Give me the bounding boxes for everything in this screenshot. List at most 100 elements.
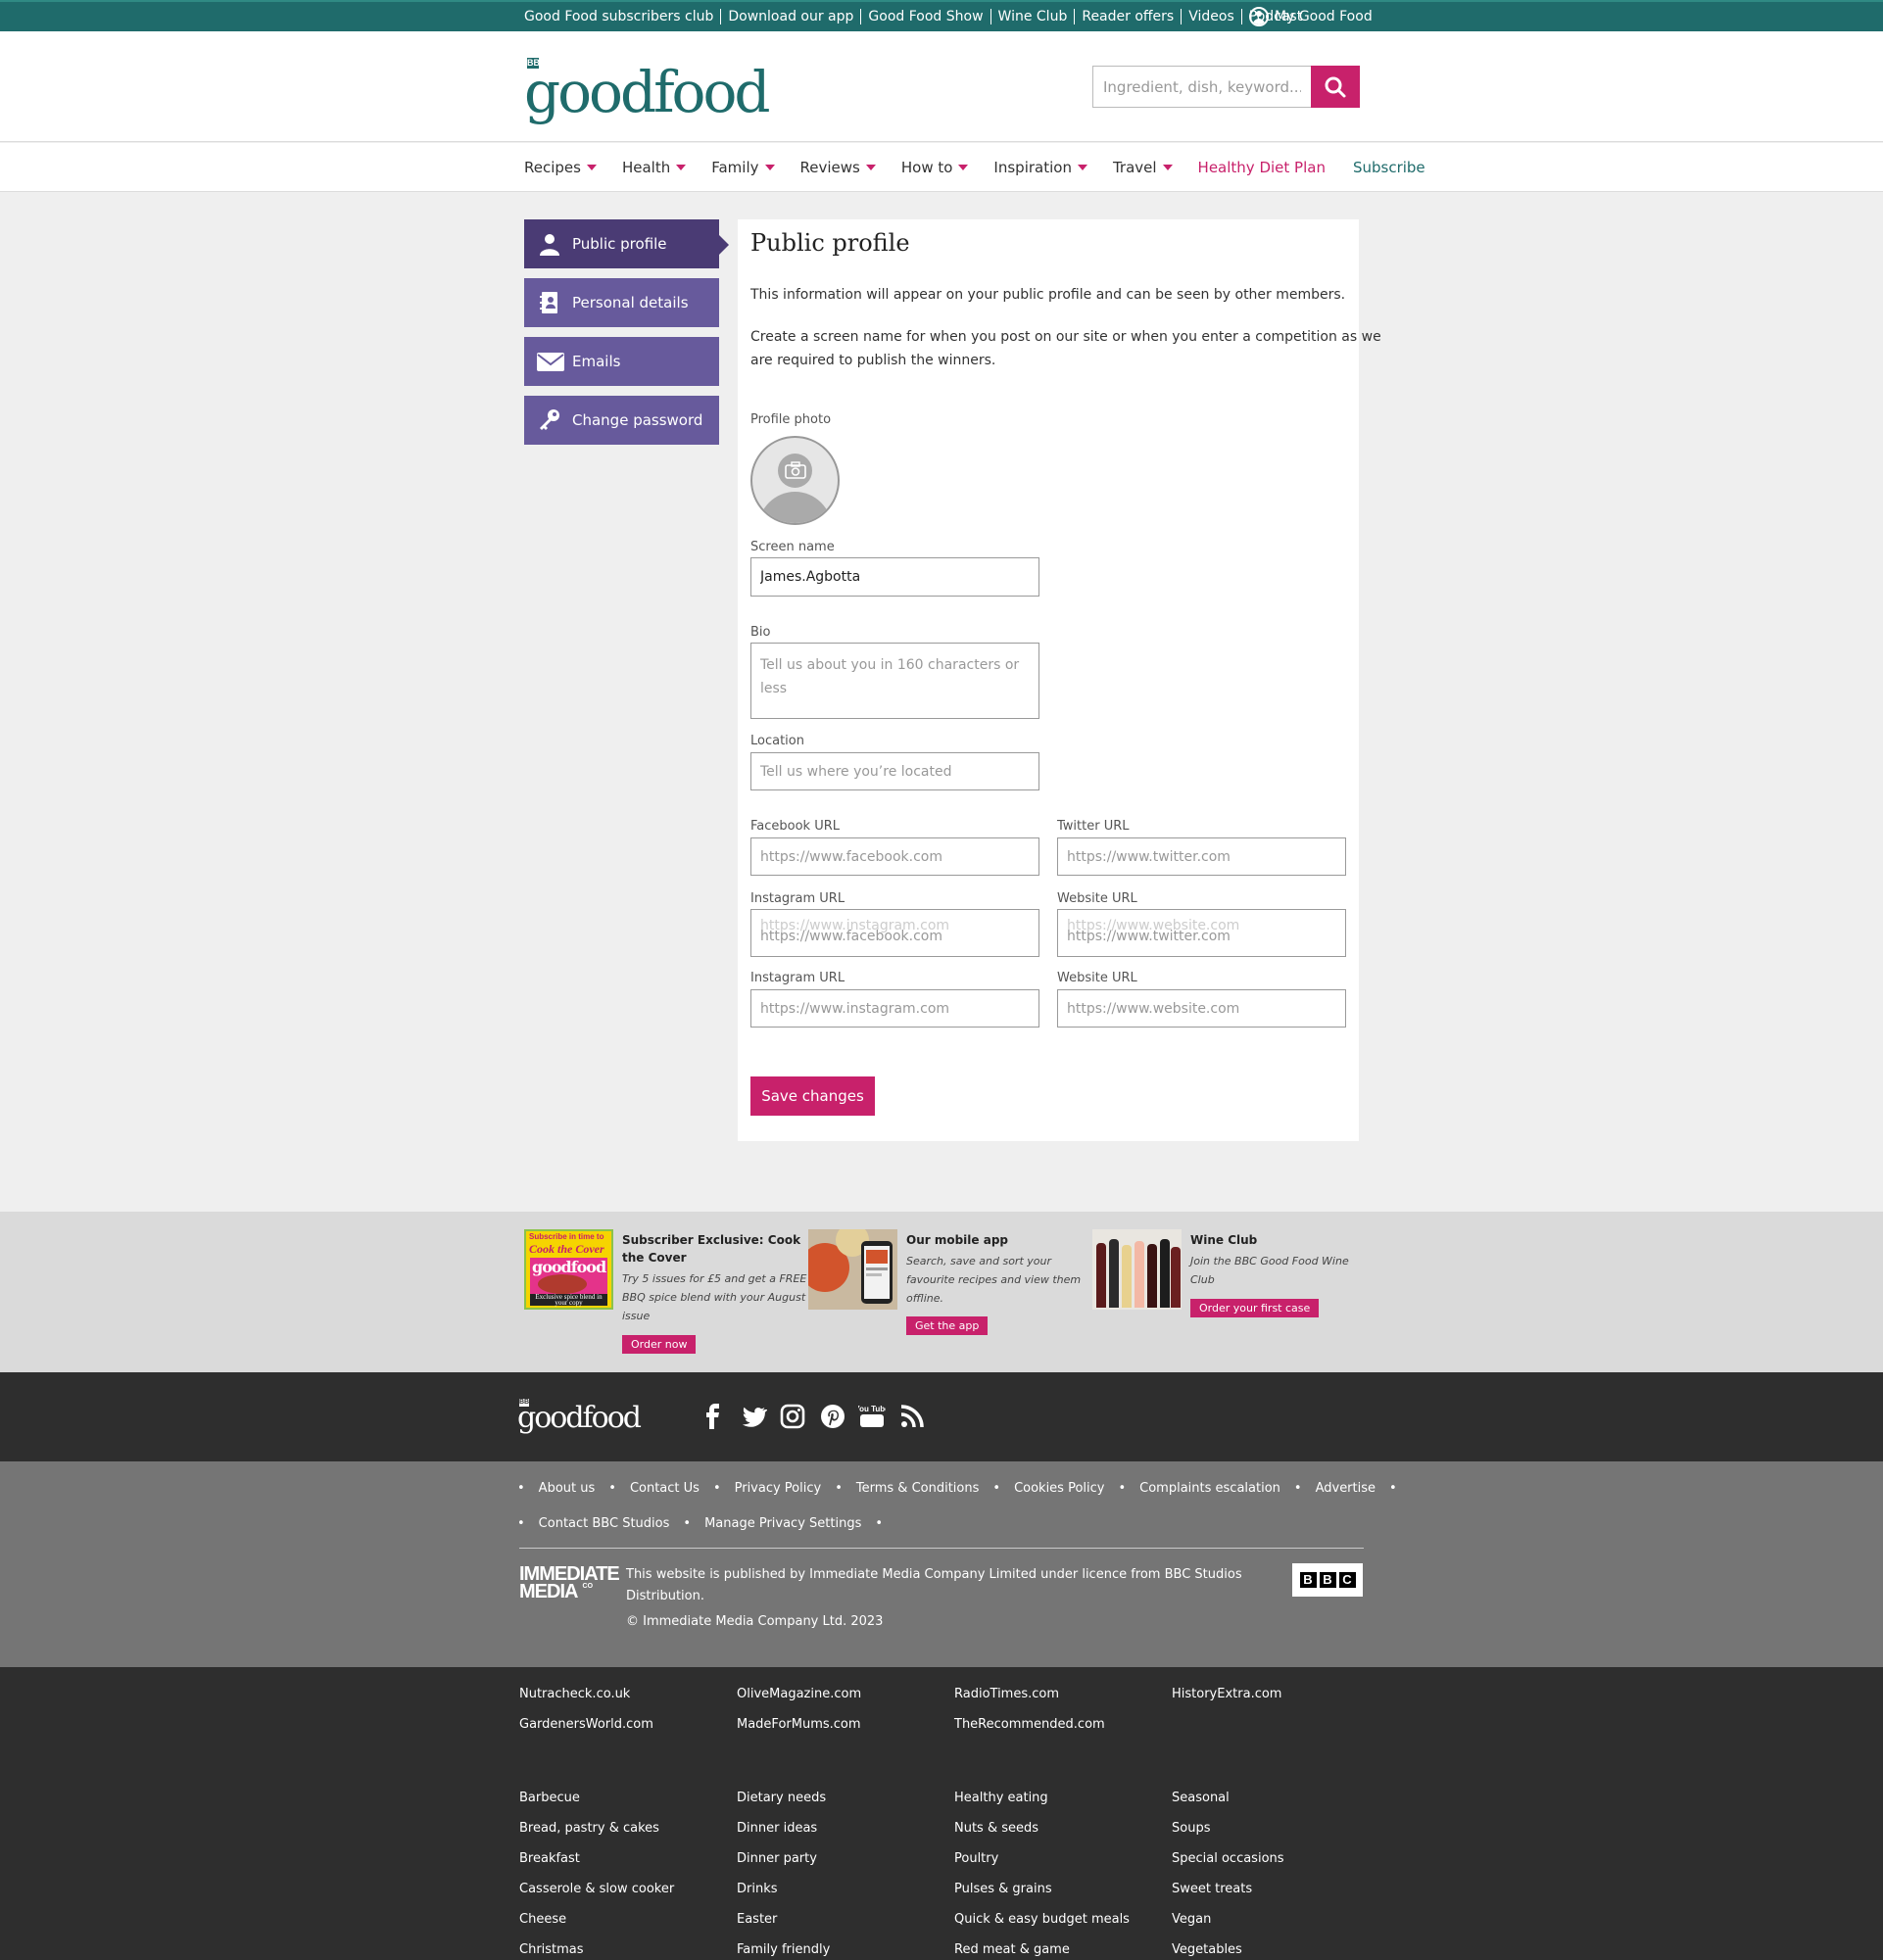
facebook-url-input[interactable] bbox=[750, 837, 1039, 876]
instagram-url-input-overlapped[interactable]: https://www.instagram.com https://www.fa… bbox=[750, 909, 1039, 957]
publisher-text: Distribution. bbox=[626, 1589, 704, 1603]
footer-link[interactable]: Contact Us bbox=[630, 1481, 700, 1496]
footer-link[interactable]: Contact BBC Studios bbox=[539, 1516, 670, 1531]
footer-link[interactable]: Privacy Policy bbox=[735, 1481, 822, 1496]
category-link[interactable]: Dinner party bbox=[737, 1843, 830, 1874]
category-link[interactable]: Red meat & game bbox=[954, 1935, 1130, 1960]
category-link[interactable]: Casserole & slow cooker bbox=[519, 1874, 674, 1904]
mobile-app-thumbnail[interactable] bbox=[808, 1229, 897, 1310]
location-input[interactable] bbox=[750, 752, 1039, 790]
category-link[interactable]: Sweet treats bbox=[1172, 1874, 1284, 1904]
rss-icon[interactable] bbox=[898, 1403, 926, 1430]
caret-down-icon bbox=[1077, 165, 1087, 170]
utility-link[interactable]: Good Food subscribers club bbox=[524, 9, 720, 24]
website-url-input-overlapped[interactable]: https://www.website.com https://www.twit… bbox=[1057, 909, 1346, 957]
magazine-cover-thumbnail[interactable]: Subscribe in time to Cook the Cover good… bbox=[524, 1229, 613, 1310]
utility-link[interactable]: Wine Club bbox=[990, 9, 1075, 24]
partner-site-link[interactable]: Nutracheck.co.uk bbox=[519, 1687, 630, 1701]
partner-site-link[interactable]: RadioTimes.com bbox=[954, 1687, 1059, 1701]
bbc-logo[interactable]: B B C bbox=[1292, 1563, 1363, 1597]
instagram-icon[interactable] bbox=[779, 1403, 806, 1430]
utility-link[interactable]: Reader offers bbox=[1074, 9, 1181, 24]
category-link[interactable]: Soups bbox=[1172, 1813, 1284, 1843]
category-link[interactable]: Dietary needs bbox=[737, 1783, 830, 1813]
bullet: • bbox=[1389, 1481, 1397, 1496]
nav-travel[interactable]: Travel bbox=[1113, 159, 1173, 176]
category-link[interactable]: Barbecue bbox=[519, 1783, 674, 1813]
bio-textarea[interactable] bbox=[750, 643, 1039, 719]
category-link[interactable]: Seasonal bbox=[1172, 1783, 1284, 1813]
category-column: Dietary needs Dinner ideas Dinner party … bbox=[737, 1783, 830, 1960]
utility-link[interactable]: Download our app bbox=[720, 9, 860, 24]
facebook-icon[interactable] bbox=[700, 1403, 727, 1430]
partner-site-link[interactable]: MadeForMums.com bbox=[737, 1717, 861, 1732]
nav-healthy-diet-plan[interactable]: Healthy Diet Plan bbox=[1198, 159, 1326, 176]
twitter-url-input[interactable] bbox=[1057, 837, 1346, 876]
order-now-button[interactable]: Order now bbox=[622, 1335, 697, 1354]
get-the-app-button[interactable]: Get the app bbox=[906, 1316, 989, 1335]
footer-link[interactable]: Advertise bbox=[1316, 1481, 1376, 1496]
youtube-icon[interactable]: You Tube bbox=[858, 1403, 886, 1430]
nav-subscribe[interactable]: Subscribe bbox=[1353, 159, 1425, 176]
website-url-input[interactable] bbox=[1057, 989, 1346, 1028]
nav-inspiration[interactable]: Inspiration bbox=[993, 159, 1087, 176]
location-label: Location bbox=[750, 734, 804, 748]
category-link[interactable]: Cheese bbox=[519, 1904, 674, 1935]
category-link[interactable]: Family friendly bbox=[737, 1935, 830, 1960]
footer-link[interactable]: About us bbox=[539, 1481, 596, 1496]
sidebar-item-change-password[interactable]: Change password bbox=[524, 396, 719, 445]
category-link[interactable]: Drinks bbox=[737, 1874, 830, 1904]
partner-site-link[interactable]: TheRecommended.com bbox=[954, 1717, 1105, 1732]
footer-link[interactable]: Manage Privacy Settings bbox=[704, 1516, 861, 1531]
my-good-food-link[interactable]: My Good Food bbox=[1249, 7, 1373, 26]
partner-site-link[interactable]: GardenersWorld.com bbox=[519, 1717, 653, 1732]
nav-how-to[interactable]: How to bbox=[901, 159, 969, 176]
category-link[interactable]: Bread, pastry & cakes bbox=[519, 1813, 674, 1843]
category-link[interactable]: Healthy eating bbox=[954, 1783, 1130, 1813]
category-link[interactable]: Vegetables bbox=[1172, 1935, 1284, 1960]
profile-photo-upload[interactable] bbox=[750, 436, 840, 525]
camera-icon bbox=[785, 461, 806, 479]
immediate-media-logo[interactable]: IMMEDIATE MEDIA CO bbox=[519, 1564, 620, 1601]
nav-recipes[interactable]: Recipes bbox=[524, 159, 597, 176]
utility-link[interactable]: Videos bbox=[1181, 9, 1241, 24]
pinterest-icon[interactable] bbox=[819, 1403, 846, 1430]
partner-site-link[interactable]: HistoryExtra.com bbox=[1172, 1687, 1281, 1701]
wine-bottles-thumbnail[interactable] bbox=[1092, 1229, 1182, 1310]
partner-site-link[interactable]: OliveMagazine.com bbox=[737, 1687, 861, 1701]
footer-link[interactable]: Cookies Policy bbox=[1014, 1481, 1104, 1496]
footer-link[interactable]: Complaints escalation bbox=[1139, 1481, 1280, 1496]
sidebar-item-emails[interactable]: Emails bbox=[524, 337, 719, 386]
order-first-case-button[interactable]: Order your first case bbox=[1190, 1299, 1320, 1317]
nav-label: Inspiration bbox=[993, 159, 1072, 176]
nav-health[interactable]: Health bbox=[622, 159, 687, 176]
category-link[interactable]: Easter bbox=[737, 1904, 830, 1935]
phone-screen-line bbox=[866, 1273, 882, 1276]
category-link[interactable]: Special occasions bbox=[1172, 1843, 1284, 1874]
category-link[interactable]: Quick & easy budget meals bbox=[954, 1904, 1130, 1935]
utility-link[interactable]: Good Food Show bbox=[860, 9, 990, 24]
save-changes-button[interactable]: Save changes bbox=[750, 1076, 875, 1116]
sidebar-item-public-profile[interactable]: Public profile bbox=[524, 219, 719, 268]
footer-link[interactable]: Terms & Conditions bbox=[856, 1481, 980, 1496]
sidebar-item-personal-details[interactable]: Personal details bbox=[524, 278, 719, 327]
category-link[interactable]: Christmas bbox=[519, 1935, 674, 1960]
screen-name-input[interactable] bbox=[750, 557, 1039, 597]
instagram-url-input[interactable] bbox=[750, 989, 1039, 1028]
category-link[interactable]: Vegan bbox=[1172, 1904, 1284, 1935]
nav-label: Family bbox=[711, 159, 759, 176]
category-link[interactable]: Poultry bbox=[954, 1843, 1130, 1874]
category-link[interactable]: Dinner ideas bbox=[737, 1813, 830, 1843]
footer-links-row: • About us • Contact Us • Privacy Policy… bbox=[517, 1481, 1397, 1496]
twitter-icon[interactable] bbox=[740, 1403, 767, 1430]
category-link[interactable]: Breakfast bbox=[519, 1843, 674, 1874]
promo-description: BBQ spice blend with your August bbox=[622, 1291, 806, 1304]
category-link[interactable]: Pulses & grains bbox=[954, 1874, 1130, 1904]
goodfood-logo[interactable]: BBC goodfood bbox=[524, 55, 771, 123]
category-link[interactable]: Nuts & seeds bbox=[954, 1813, 1130, 1843]
search-button[interactable] bbox=[1311, 66, 1360, 108]
bbc-letter: C bbox=[1338, 1572, 1356, 1588]
nav-family[interactable]: Family bbox=[711, 159, 775, 176]
nav-reviews[interactable]: Reviews bbox=[800, 159, 876, 176]
search-input[interactable] bbox=[1092, 66, 1311, 108]
